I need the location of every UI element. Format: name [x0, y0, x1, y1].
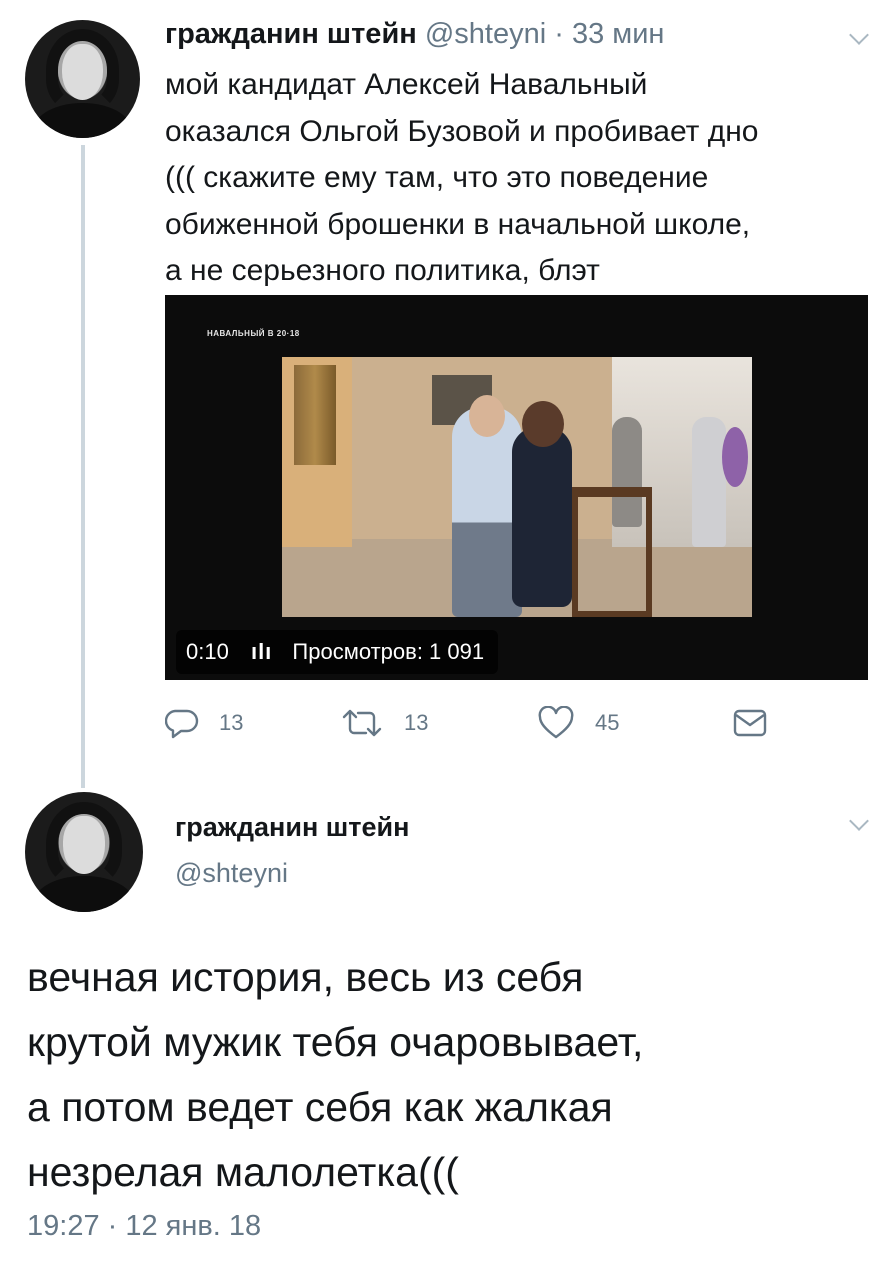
separator-dot: ·: [554, 18, 564, 50]
avatar[interactable]: [25, 792, 143, 912]
tweet-text: мой кандидат Алексей Навальный оказался …: [165, 62, 885, 295]
video-views: Просмотров: 1 091: [292, 639, 485, 664]
like-button[interactable]: 45: [537, 705, 619, 741]
thread-connector-line: [81, 145, 85, 788]
reply-count: 13: [219, 710, 244, 735]
tweet-timestamp[interactable]: 19:27 · 12 янв. 18: [27, 1210, 261, 1243]
author-name[interactable]: гражданин штейн: [165, 18, 417, 50]
tweet-text-line: ((( скажите ему там, что это поведение: [165, 161, 709, 194]
tweet-text-line: оказался Ольгой Бузовой и пробивает дно: [165, 114, 759, 148]
views-bars-icon: ılı: [250, 639, 273, 664]
reply-icon: [165, 709, 199, 739]
chevron-down-icon[interactable]: [849, 811, 869, 831]
retweet-icon: [342, 709, 382, 737]
like-count: 45: [595, 710, 620, 735]
tweet-header: гражданин штейн @shteyni · 33 мин: [165, 18, 664, 51]
reply-button[interactable]: 13: [165, 705, 243, 741]
author-handle[interactable]: @shteyni: [175, 858, 288, 889]
heart-icon: [538, 706, 574, 739]
tweet-text-line: крутой мужик тебя очаровывает,: [27, 1019, 644, 1065]
video-player[interactable]: НАВАЛЬНЫЙ В 20·18: [165, 295, 868, 680]
tweet-text-line: а потом ведет себя как жалкая: [27, 1084, 613, 1130]
envelope-icon: [733, 709, 767, 737]
tweet-time[interactable]: 33 мин: [572, 18, 664, 50]
video-brand-text: НАВАЛЬНЫЙ В 20·18: [207, 329, 300, 338]
author-handle[interactable]: @shteyni: [425, 18, 546, 50]
tweet-text-line: незрелая малолетка(((: [27, 1149, 459, 1195]
direct-message-button[interactable]: [733, 705, 787, 741]
retweet-count: 13: [404, 710, 429, 735]
tweet-text-line: мой кандидат Алексей Навальный: [165, 68, 648, 101]
video-duration: 0:10: [186, 639, 229, 664]
chevron-down-icon[interactable]: [849, 25, 869, 45]
video-info-badge: 0:10 ılı Просмотров: 1 091: [176, 630, 499, 674]
author-name[interactable]: гражданин штейн: [175, 812, 409, 843]
video-frame: [282, 357, 752, 617]
tweet-text-line: обиженной брошенки в начальной школе,: [165, 207, 751, 241]
tweet-text: вечная история, весь из себя крутой мужи…: [27, 945, 877, 1205]
tweet-text-line: а не серьезного политика, блэт: [165, 254, 600, 287]
retweet-button[interactable]: 13: [340, 705, 428, 741]
avatar[interactable]: [25, 20, 140, 138]
tweet-text-line: вечная история, весь из себя: [27, 954, 584, 1000]
